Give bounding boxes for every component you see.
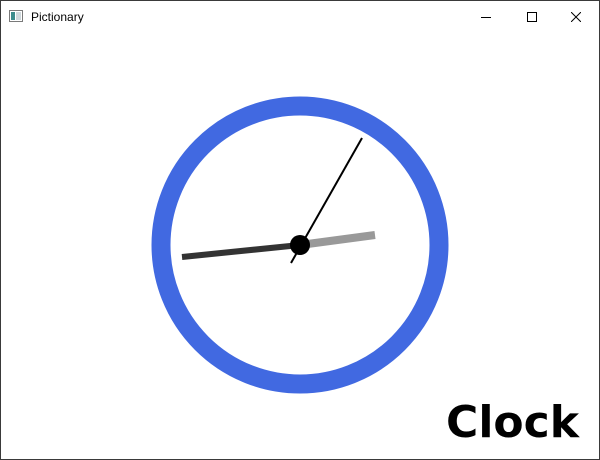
drawing-caption: Clock bbox=[446, 397, 579, 448]
app-icon bbox=[9, 10, 23, 22]
drawing-canvas: Clock bbox=[1, 32, 599, 459]
maximize-icon bbox=[527, 11, 537, 22]
close-button[interactable] bbox=[553, 1, 599, 32]
window-title: Pictionary bbox=[31, 10, 84, 24]
title-bar[interactable]: Pictionary bbox=[1, 1, 599, 32]
minimize-button[interactable] bbox=[463, 1, 509, 32]
maximize-button[interactable] bbox=[509, 1, 555, 32]
center-pin bbox=[290, 235, 310, 255]
close-icon bbox=[571, 11, 581, 22]
minimize-icon bbox=[481, 16, 491, 18]
clock-icon bbox=[151, 96, 449, 394]
app-window: Pictionary Clock bbox=[0, 0, 600, 460]
